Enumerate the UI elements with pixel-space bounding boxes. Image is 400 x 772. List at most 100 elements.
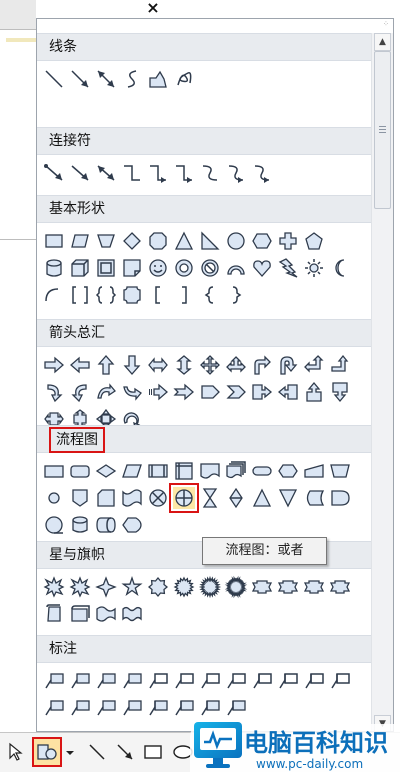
lightning-icon[interactable]: [277, 257, 299, 279]
u-turn-arrow-icon[interactable]: [277, 354, 299, 376]
oval-callout-icon[interactable]: [95, 670, 117, 692]
left-arrow-callout-icon[interactable]: [277, 381, 299, 403]
double-bracket-icon[interactable]: [69, 284, 91, 306]
delay-icon[interactable]: [329, 487, 351, 509]
extract-icon[interactable]: [251, 487, 273, 509]
right-brace-icon[interactable]: [225, 284, 247, 306]
star-16-icon[interactable]: [173, 576, 195, 598]
folded-corner-icon[interactable]: [121, 257, 143, 279]
cross-icon[interactable]: [277, 230, 299, 252]
background-close-icon[interactable]: ×: [142, 0, 164, 16]
conn-elbow-icon[interactable]: [121, 162, 143, 184]
star-4-icon[interactable]: [95, 575, 117, 598]
cube-icon[interactable]: [69, 257, 91, 279]
quad-arrow-icon[interactable]: [199, 354, 221, 376]
star-32-icon[interactable]: [224, 575, 248, 598]
conn-straight-double-icon[interactable]: [95, 162, 117, 184]
line-icon[interactable]: [84, 739, 110, 765]
conn-curve-icon[interactable]: [199, 162, 221, 184]
curved-down-arrow-icon[interactable]: [121, 381, 143, 403]
sun-icon[interactable]: [303, 257, 325, 279]
dropdown-arrow-icon[interactable]: [62, 739, 78, 765]
can-icon[interactable]: [43, 257, 65, 279]
data-icon[interactable]: [121, 460, 143, 482]
vertical-scrollbar[interactable]: ▲ ▼: [371, 33, 393, 731]
line-icon[interactable]: [43, 68, 65, 90]
collate-icon[interactable]: [199, 487, 221, 509]
document-icon[interactable]: [199, 460, 221, 482]
card-icon[interactable]: [95, 487, 117, 509]
sort-icon[interactable]: [225, 487, 247, 509]
curved-down-ribbon-icon[interactable]: [329, 576, 351, 598]
heart-icon[interactable]: [251, 257, 273, 279]
connector-icon[interactable]: [43, 487, 65, 509]
manual-operation-icon[interactable]: [329, 460, 351, 482]
parallelogram-icon[interactable]: [69, 230, 91, 252]
conn-straight-icon[interactable]: [43, 162, 65, 184]
summing-junction-icon[interactable]: [147, 487, 169, 509]
rectangle-icon[interactable]: [140, 739, 166, 765]
up-ribbon-icon[interactable]: [251, 576, 273, 598]
curved-up-ribbon-icon[interactable]: [303, 576, 325, 598]
right-arrow-callout-icon[interactable]: [251, 381, 273, 403]
rectangle-icon[interactable]: [43, 230, 65, 252]
rect-callout-icon[interactable]: [43, 670, 65, 692]
bevel-icon[interactable]: [95, 257, 117, 279]
octagon-icon[interactable]: [147, 230, 169, 252]
predefined-process-icon[interactable]: [147, 460, 169, 482]
wave-icon[interactable]: [95, 603, 117, 625]
or-icon[interactable]: [169, 482, 199, 513]
star-24-icon[interactable]: [198, 575, 222, 598]
arc-icon[interactable]: [225, 257, 247, 279]
explosion-1-icon[interactable]: [43, 575, 65, 598]
rounded-callout-icon[interactable]: [69, 670, 91, 692]
bent-arrow-icon[interactable]: [251, 354, 273, 376]
curved-right-arrow-icon[interactable]: [43, 381, 65, 403]
plaque-icon[interactable]: [121, 284, 143, 306]
border-callout-1-icon[interactable]: [43, 697, 65, 719]
autoshapes-icon[interactable]: [32, 737, 62, 767]
process-icon[interactable]: [43, 460, 65, 482]
arrow-icon[interactable]: [69, 68, 91, 90]
merge-icon[interactable]: [277, 487, 299, 509]
down-arrow-icon[interactable]: [121, 354, 143, 376]
double-wave-icon[interactable]: [121, 603, 143, 625]
scroll-up-button[interactable]: ▲: [374, 33, 391, 51]
cloud-callout-icon[interactable]: [121, 670, 143, 692]
multidocument-icon[interactable]: [225, 460, 247, 482]
up-down-arrow-icon[interactable]: [173, 354, 195, 376]
border-callout-2-icon[interactable]: [69, 697, 91, 719]
offpage-connector-icon[interactable]: [69, 487, 91, 509]
scribble-icon[interactable]: [173, 68, 195, 90]
decision-icon[interactable]: [95, 460, 117, 482]
vertical-scroll-icon[interactable]: [43, 603, 65, 625]
right-triangle-icon[interactable]: [199, 230, 221, 252]
line-callout-1-icon[interactable]: [147, 670, 169, 692]
star-8-icon[interactable]: [147, 576, 169, 598]
bent-up-arrow-icon[interactable]: [329, 354, 351, 376]
chevron-icon[interactable]: [225, 381, 247, 403]
down-arrow-callout-icon[interactable]: [329, 381, 351, 403]
conn-elbow-arrow-icon[interactable]: [147, 162, 169, 184]
curved-left-arrow-icon[interactable]: [69, 381, 91, 403]
right-arrow-icon[interactable]: [43, 354, 65, 376]
direct-access-icon[interactable]: [95, 514, 117, 536]
sequential-access-icon[interactable]: [43, 514, 65, 536]
pentagon-icon[interactable]: [303, 230, 325, 252]
trapezoid-icon[interactable]: [95, 230, 117, 252]
scrollbar-thumb[interactable]: [374, 51, 391, 209]
left-up-arrow-icon[interactable]: [303, 354, 325, 376]
moon-icon[interactable]: [329, 257, 351, 279]
curved-up-arrow-icon[interactable]: [95, 381, 117, 403]
select-pointer-icon[interactable]: [4, 739, 30, 765]
internal-storage-icon[interactable]: [173, 460, 195, 482]
conn-curve-double-icon[interactable]: [251, 162, 273, 184]
circle-icon[interactable]: [225, 230, 247, 252]
border-callout-4-icon[interactable]: [121, 697, 143, 719]
display-icon[interactable]: [121, 514, 143, 536]
conn-straight-arrow-icon[interactable]: [69, 162, 91, 184]
no-symbol-icon[interactable]: [199, 257, 221, 279]
left-right-arrow-icon[interactable]: [147, 354, 169, 376]
conn-elbow-double-icon[interactable]: [173, 162, 195, 184]
up-arrow-icon[interactable]: [95, 354, 117, 376]
